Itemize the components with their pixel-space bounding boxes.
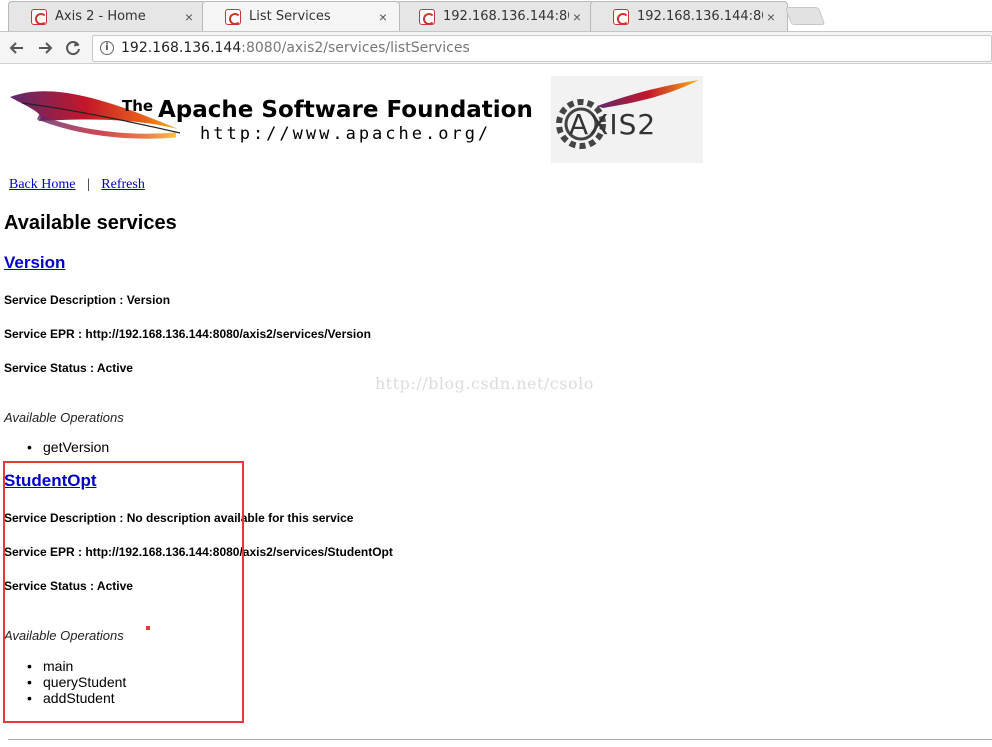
refresh-link[interactable]: Refresh	[101, 177, 145, 192]
axis2-gear-icon: AXIS2	[556, 80, 699, 149]
operations-list: getVersion	[27, 439, 109, 455]
tab-service-4[interactable]: 192.168.136.144:8080/ ×	[590, 1, 788, 31]
axis-favicon-icon	[419, 8, 435, 25]
close-tab-icon[interactable]: ×	[569, 9, 585, 25]
axis-favicon-icon	[225, 8, 241, 25]
address-bar[interactable]: i 192.168.136.144:8080/axis2/services/li…	[92, 35, 992, 62]
nav-links: Back Home | Refresh	[9, 177, 145, 193]
svg-text:The: The	[122, 97, 153, 115]
back-home-link[interactable]: Back Home	[9, 177, 75, 192]
reload-icon[interactable]	[62, 37, 84, 59]
close-tab-icon[interactable]: ×	[375, 9, 391, 25]
info-icon[interactable]: i	[100, 41, 114, 55]
tab-strip: Axis 2 - Home × List Services × 192.168.…	[0, 0, 992, 32]
page-content: The Apache Software Foundation http://ww…	[0, 65, 992, 747]
tab-title: List Services	[249, 9, 331, 24]
service-status: Service Status : Active	[4, 361, 133, 375]
svg-text:AXIS2: AXIS2	[569, 108, 656, 141]
close-tab-icon[interactable]: ×	[181, 9, 197, 25]
axis2-logo: AXIS2	[551, 76, 703, 163]
tab-title: 192.168.136.144:8080/	[637, 9, 763, 24]
apache-logo: The Apache Software Foundation http://ww…	[8, 77, 548, 147]
apache-feather-icon: The Apache Software Foundation http://ww…	[10, 91, 533, 144]
tab-title: Axis 2 - Home	[55, 9, 146, 24]
tab-service-3[interactable]: 192.168.136.144:8080/ ×	[396, 1, 594, 31]
tab-list-services[interactable]: List Services ×	[202, 1, 400, 31]
new-tab-button[interactable]	[784, 7, 826, 25]
url-path: :8080/axis2/services/listServices	[241, 40, 470, 56]
service-link-version[interactable]: Version	[4, 253, 65, 272]
service-epr: Service EPR : http://192.168.136.144:808…	[4, 327, 371, 341]
close-tab-icon[interactable]: ×	[763, 9, 779, 25]
service-title: Version	[4, 253, 65, 273]
nav-separator: |	[86, 177, 90, 192]
annotation-dot	[146, 626, 150, 630]
service-description: Service Description : Version	[4, 293, 171, 307]
operation-item: getVersion	[27, 439, 109, 455]
operations-label: Available Operations	[4, 410, 124, 425]
axis-favicon-icon	[613, 8, 629, 25]
forward-arrow-icon[interactable]	[34, 37, 56, 59]
tab-axis2-home[interactable]: Axis 2 - Home ×	[8, 1, 206, 31]
back-arrow-icon[interactable]	[6, 37, 28, 59]
url-host: 192.168.136.144	[121, 40, 242, 56]
divider	[8, 739, 992, 740]
tab-title: 192.168.136.144:8080/	[443, 9, 569, 24]
browser-toolbar: i 192.168.136.144:8080/axis2/services/li…	[0, 31, 992, 64]
watermark: http://blog.csdn.net/csolo	[375, 374, 594, 393]
svg-text:Apache Software Foundation: Apache Software Foundation	[158, 97, 533, 123]
highlight-box	[3, 461, 244, 723]
axis-favicon-icon	[31, 8, 47, 25]
page-title: Available services	[4, 212, 177, 234]
svg-text:http://www.apache.org/: http://www.apache.org/	[200, 124, 491, 144]
